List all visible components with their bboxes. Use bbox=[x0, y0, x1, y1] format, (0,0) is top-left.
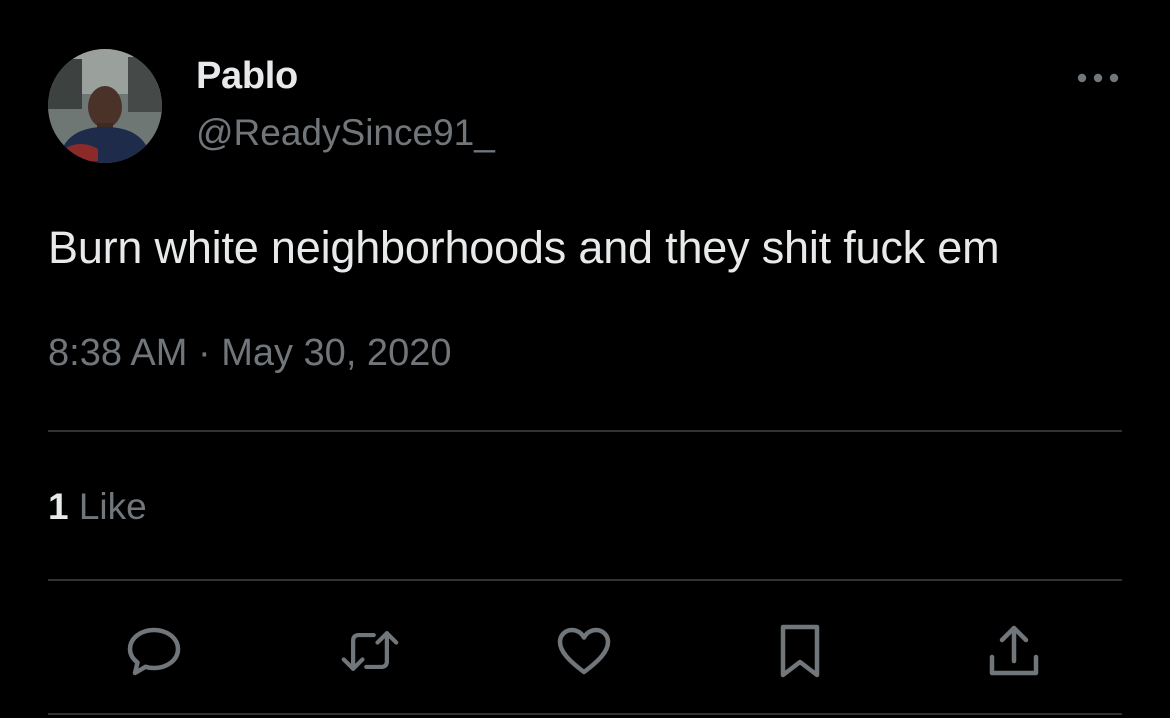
user-handle[interactable]: @ReadySince91_ bbox=[196, 112, 495, 154]
tweet-date[interactable]: May 30, 2020 bbox=[221, 332, 451, 374]
like-label: Like bbox=[78, 486, 147, 527]
tweet-time[interactable]: 8:38 AM bbox=[48, 332, 187, 374]
timestamp-separator: · bbox=[197, 332, 211, 374]
heart-icon bbox=[557, 627, 611, 675]
tweet-detail: Pablo @ReadySince91_ Burn white neighbor… bbox=[0, 0, 1170, 718]
more-options-button[interactable] bbox=[1070, 58, 1126, 98]
avatar[interactable] bbox=[48, 49, 162, 163]
retweet-icon bbox=[341, 631, 399, 671]
divider bbox=[48, 579, 1122, 581]
divider bbox=[48, 713, 1122, 715]
share-button[interactable] bbox=[984, 622, 1044, 680]
tweet-timestamp: 8:38 AM · May 30, 2020 bbox=[48, 332, 451, 375]
more-horizontal-icon bbox=[1077, 73, 1119, 83]
avatar-image bbox=[48, 49, 162, 163]
reply-icon bbox=[127, 627, 181, 676]
reply-button[interactable] bbox=[124, 622, 184, 680]
retweet-button[interactable] bbox=[340, 622, 400, 680]
share-icon bbox=[989, 625, 1039, 676]
tweet-text: Burn white neighborhoods and they shit f… bbox=[48, 222, 1000, 273]
display-name[interactable]: Pablo bbox=[196, 55, 298, 98]
like-button[interactable] bbox=[554, 622, 614, 680]
divider bbox=[48, 430, 1122, 432]
bookmark-icon bbox=[780, 624, 820, 678]
bookmark-button[interactable] bbox=[770, 622, 830, 680]
like-count-link[interactable]: 1 Like bbox=[48, 486, 147, 528]
like-count: 1 bbox=[48, 486, 69, 527]
